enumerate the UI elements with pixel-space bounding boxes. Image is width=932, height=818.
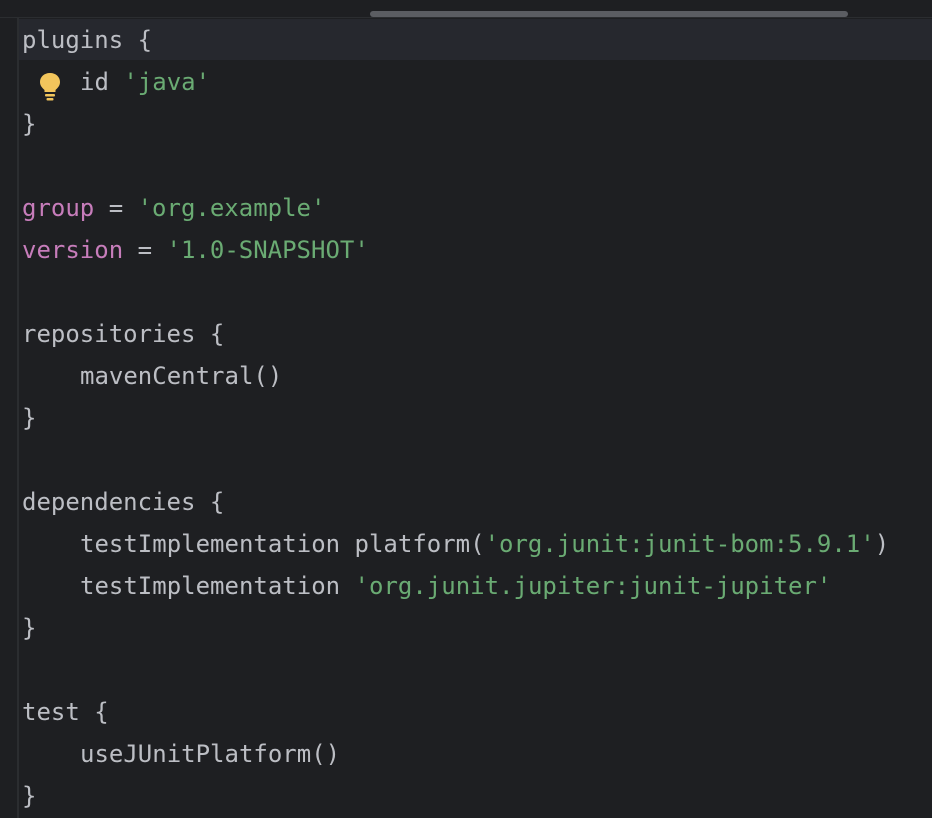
code-line[interactable]: test {: [22, 691, 922, 733]
code-token: {: [195, 320, 225, 348]
code-line[interactable]: }: [22, 607, 922, 649]
code-line[interactable]: mavenCentral(): [22, 355, 922, 397]
code-token: useJUnitPlatform(): [80, 740, 341, 768]
code-token: 'java': [123, 68, 211, 96]
code-token: id: [80, 68, 124, 96]
code-lines[interactable]: plugins {id 'java'} group = 'org.example'…: [22, 19, 922, 817]
code-token: 'org.example': [137, 194, 326, 222]
code-line[interactable]: [22, 271, 922, 313]
code-line[interactable]: version = '1.0-SNAPSHOT': [22, 229, 922, 271]
editor-top-strip: [0, 0, 932, 18]
code-token: mavenCentral(): [80, 362, 283, 390]
code-line[interactable]: }: [22, 775, 922, 817]
code-line[interactable]: [22, 649, 922, 691]
code-token: {: [195, 488, 225, 516]
code-token: testImplementation platform(: [80, 530, 485, 558]
code-line[interactable]: }: [22, 103, 922, 145]
code-token: 'org.junit.jupiter:junit-jupiter': [354, 572, 832, 600]
code-token: }: [22, 782, 37, 810]
code-editor[interactable]: plugins {id 'java'} group = 'org.example'…: [0, 0, 932, 818]
code-token: {: [79, 698, 109, 726]
code-token: }: [22, 404, 37, 432]
code-token: =: [94, 194, 138, 222]
code-token: ): [874, 530, 890, 558]
code-line[interactable]: }: [22, 397, 922, 439]
code-token: {: [123, 26, 153, 54]
code-token: testImplementation: [80, 572, 355, 600]
horizontal-scrollbar-thumb[interactable]: [370, 11, 848, 17]
code-line[interactable]: [22, 439, 922, 481]
code-line[interactable]: testImplementation 'org.junit.jupiter:ju…: [22, 565, 922, 607]
code-token: test: [22, 698, 80, 726]
code-token: =: [123, 236, 167, 264]
code-line[interactable]: useJUnitPlatform(): [22, 733, 922, 775]
code-line[interactable]: group = 'org.example': [22, 187, 922, 229]
code-line[interactable]: repositories {: [22, 313, 922, 355]
code-token: dependencies: [22, 488, 196, 516]
code-line[interactable]: dependencies {: [22, 481, 922, 523]
gutter-divider: [17, 18, 19, 818]
code-token: group: [22, 194, 95, 222]
code-token: repositories: [22, 320, 196, 348]
lightbulb-icon[interactable]: [38, 71, 62, 101]
code-token: version: [22, 236, 124, 264]
code-line[interactable]: [22, 145, 922, 187]
code-token: 'org.junit:junit-bom:5.9.1': [484, 530, 875, 558]
code-line[interactable]: testImplementation platform('org.junit:j…: [22, 523, 922, 565]
code-line[interactable]: plugins {: [22, 19, 922, 61]
code-line[interactable]: id 'java': [22, 61, 922, 103]
code-token: }: [22, 614, 37, 642]
code-token: }: [22, 110, 37, 138]
code-token: '1.0-SNAPSHOT': [166, 236, 369, 264]
code-token: plugins: [22, 26, 124, 54]
